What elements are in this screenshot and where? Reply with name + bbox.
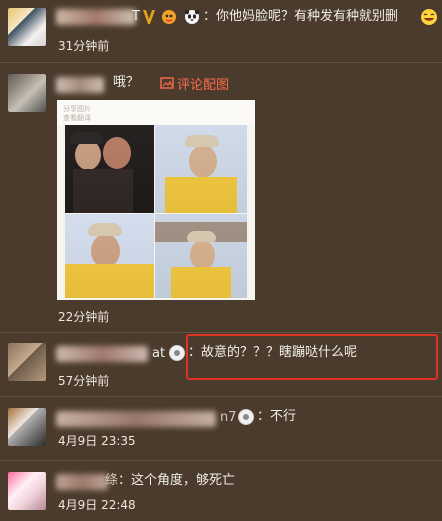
photo-tile <box>155 125 247 213</box>
user-badge-icon <box>238 409 254 425</box>
laughing-face-icon <box>420 8 438 26</box>
username-suffix: T <box>132 9 140 24</box>
username-blurred <box>56 77 104 93</box>
username-blurred <box>56 474 108 490</box>
username-suffix: at <box>152 346 166 361</box>
user-badge-icon <box>169 345 185 361</box>
username-blurred <box>56 411 216 427</box>
comment-time: 4月9日 22:48 <box>58 498 136 512</box>
username-suffix: n7 <box>220 410 237 425</box>
comment-text: 哦？ <box>113 75 140 90</box>
photo-tile <box>65 214 154 298</box>
comment-item: T ：你他妈脸呢？有种发有种就别删 31分钟前 <box>0 0 442 58</box>
highlight-box <box>186 334 438 380</box>
v-badge-icon <box>142 9 156 25</box>
avatar <box>8 74 46 112</box>
panda-icon <box>183 8 201 25</box>
comment-time: 22分钟前 <box>58 310 110 324</box>
comment-time: 4月9日 23:35 <box>58 434 136 448</box>
photo-tile <box>155 214 247 298</box>
view-comment-image-link[interactable]: 评论配图 <box>177 74 229 93</box>
comment-time: 31分钟前 <box>58 39 110 53</box>
comment-image[interactable]: 分享图片 查看翻译 <box>57 100 255 300</box>
comment-text: ：你他妈脸呢？有种发有种就别删 <box>203 9 399 24</box>
weibo-bird-icon <box>160 8 178 25</box>
comment-item: n7 ：不行 4月9日 23:35 <box>0 397 442 453</box>
image-header-text: 查看翻译 <box>63 114 91 122</box>
avatar <box>8 343 46 381</box>
username-blurred <box>56 346 148 362</box>
comment-time: 57分钟前 <box>58 374 110 388</box>
avatar <box>8 8 46 46</box>
username-suffix: 绦 <box>105 473 119 488</box>
username-blurred <box>56 9 136 25</box>
comment-text: ：这个角度，够死亡 <box>118 473 236 488</box>
avatar <box>8 472 46 510</box>
comments-panel: T ：你他妈脸呢？有种发有种就别删 31分钟前 哦？ 评论配图 22分钟前 分享… <box>0 0 442 521</box>
avatar <box>8 408 46 446</box>
photo-tile <box>65 125 154 213</box>
comment-item: 绦 ：这个角度，够死亡 4月9日 22:48 <box>0 461 442 521</box>
image-icon[interactable] <box>160 77 174 89</box>
comment-text: ：不行 <box>257 409 297 424</box>
